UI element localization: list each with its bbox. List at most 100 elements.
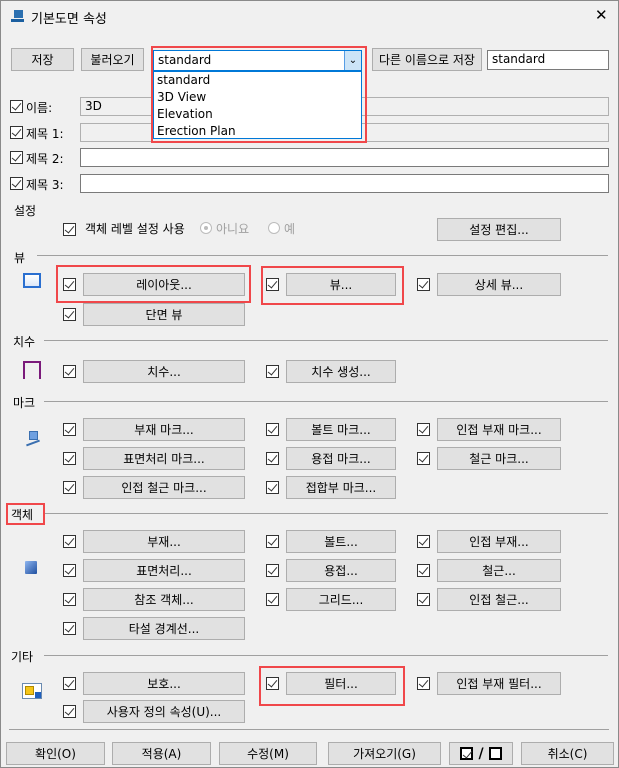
protection-checkbox[interactable] — [63, 677, 76, 690]
app-icon — [11, 10, 24, 23]
grid-checkbox[interactable] — [266, 593, 279, 606]
other-header: 기타 — [11, 650, 34, 664]
surface-checkbox[interactable] — [63, 564, 76, 577]
close-icon[interactable]: ✕ — [595, 6, 608, 24]
save-as-name-input[interactable]: standard — [487, 50, 609, 70]
dialog: 기본도면 속성 ✕ 저장 불러오기 다른 이름으로 저장 standard 이름… — [0, 0, 619, 768]
part-mark-button[interactable]: 부재 마크... — [83, 418, 245, 441]
dimensions-checkbox[interactable] — [63, 365, 76, 378]
pour-break-checkbox[interactable] — [63, 622, 76, 635]
surface-mark-checkbox[interactable] — [63, 452, 76, 465]
welds-button[interactable]: 용접... — [286, 559, 396, 582]
other-icon — [22, 683, 42, 699]
reference-objects-checkbox[interactable] — [63, 593, 76, 606]
title2-input[interactable] — [80, 148, 609, 167]
title3-label: 제목 3: — [26, 178, 64, 192]
title3-input[interactable] — [80, 174, 609, 193]
dimension-icon — [23, 361, 41, 379]
settings-header: 설정 — [14, 204, 37, 218]
object-level-checkbox[interactable] — [63, 223, 76, 236]
load-button[interactable]: 불러오기 — [81, 48, 144, 71]
grid-button[interactable]: 그리드... — [286, 588, 396, 611]
unchecked-box-icon — [488, 747, 502, 760]
rebars-button[interactable]: 철근... — [437, 559, 561, 582]
title1-label: 제목 1: — [26, 127, 64, 141]
dimensions-button[interactable]: 치수... — [83, 360, 245, 383]
highlight-box — [259, 666, 405, 706]
parts-button[interactable]: 부재... — [83, 530, 245, 553]
detail-view-button[interactable]: 상세 뷰... — [437, 273, 561, 296]
bolts-checkbox[interactable] — [266, 535, 279, 548]
toggle-all-button[interactable]: / — [449, 742, 513, 765]
detail-view-checkbox[interactable] — [417, 278, 430, 291]
bolt-mark-button[interactable]: 볼트 마크... — [286, 418, 396, 441]
mark-icon — [25, 431, 45, 451]
title2-label: 제목 2: — [26, 152, 64, 166]
name-checkbox[interactable] — [10, 100, 23, 113]
bolt-mark-checkbox[interactable] — [266, 423, 279, 436]
highlight-box — [56, 265, 251, 303]
parts-checkbox[interactable] — [63, 535, 76, 548]
protection-button[interactable]: 보호... — [83, 672, 245, 695]
highlight-box — [261, 266, 404, 305]
neighbor-rebars-checkbox[interactable] — [417, 593, 430, 606]
reference-objects-button[interactable]: 참조 객체... — [83, 588, 245, 611]
surface-button[interactable]: 표면처리... — [83, 559, 245, 582]
neighbor-rebars-button[interactable]: 인접 철근... — [437, 588, 561, 611]
section-view-button[interactable]: 단면 뷰 — [83, 303, 245, 326]
rebar-mark-checkbox[interactable] — [417, 452, 430, 465]
radio-yes[interactable] — [268, 222, 280, 234]
radio-no[interactable] — [200, 222, 212, 234]
apply-button[interactable]: 적용(A) — [112, 742, 211, 765]
neighbor-rebar-mark-button[interactable]: 인접 철근 마크... — [83, 476, 245, 499]
neighbor-part-mark-button[interactable]: 인접 부재 마크... — [437, 418, 561, 441]
cancel-button[interactable]: 취소(C) — [521, 742, 614, 765]
title2-checkbox[interactable] — [10, 151, 23, 164]
udas-button[interactable]: 사용자 정의 속성(U)... — [83, 700, 245, 723]
pour-break-button[interactable]: 타설 경계선... — [83, 617, 245, 640]
view-icon — [23, 273, 41, 288]
title1-checkbox[interactable] — [10, 126, 23, 139]
save-as-button[interactable]: 다른 이름으로 저장 — [372, 48, 482, 71]
neighbor-filter-checkbox[interactable] — [417, 677, 430, 690]
rebar-mark-button[interactable]: 철근 마크... — [437, 447, 561, 470]
neighbor-part-mark-checkbox[interactable] — [417, 423, 430, 436]
divider — [9, 729, 609, 730]
slash: / — [478, 745, 484, 762]
neighbor-rebar-mark-checkbox[interactable] — [63, 481, 76, 494]
rebars-checkbox[interactable] — [417, 564, 430, 577]
window-title: 기본도면 속성 — [31, 12, 107, 27]
part-mark-checkbox[interactable] — [63, 423, 76, 436]
mark-header: 마크 — [13, 396, 36, 410]
ok-button[interactable]: 확인(O) — [6, 742, 105, 765]
divider — [45, 513, 608, 514]
save-button[interactable]: 저장 — [11, 48, 74, 71]
weld-mark-button[interactable]: 용접 마크... — [286, 447, 396, 470]
surface-mark-button[interactable]: 표면처리 마크... — [83, 447, 245, 470]
create-dimensions-checkbox[interactable] — [266, 365, 279, 378]
divider — [44, 401, 608, 402]
neighbor-filter-button[interactable]: 인접 부재 필터... — [437, 672, 561, 695]
highlight-box — [6, 503, 45, 525]
object-level-label: 객체 레벨 설정 사용 — [85, 222, 185, 236]
create-dimensions-button[interactable]: 치수 생성... — [286, 360, 396, 383]
welds-checkbox[interactable] — [266, 564, 279, 577]
divider — [44, 655, 608, 656]
bolts-button[interactable]: 볼트... — [286, 530, 396, 553]
dimension-header: 치수 — [13, 335, 36, 349]
section-view-checkbox[interactable] — [63, 308, 76, 321]
neighbor-parts-button[interactable]: 인접 부재... — [437, 530, 561, 553]
get-button[interactable]: 가져오기(G) — [328, 742, 441, 765]
neighbor-parts-checkbox[interactable] — [417, 535, 430, 548]
highlight-box — [151, 46, 367, 143]
modify-button[interactable]: 수정(M) — [219, 742, 317, 765]
udas-checkbox[interactable] — [63, 705, 76, 718]
connection-mark-button[interactable]: 접합부 마크... — [286, 476, 396, 499]
divider — [44, 340, 608, 341]
connection-mark-checkbox[interactable] — [266, 481, 279, 494]
name-label: 이름: — [26, 101, 53, 115]
title3-checkbox[interactable] — [10, 177, 23, 190]
weld-mark-checkbox[interactable] — [266, 452, 279, 465]
view-header: 뷰 — [14, 251, 26, 265]
edit-settings-button[interactable]: 설정 편집... — [437, 218, 561, 241]
